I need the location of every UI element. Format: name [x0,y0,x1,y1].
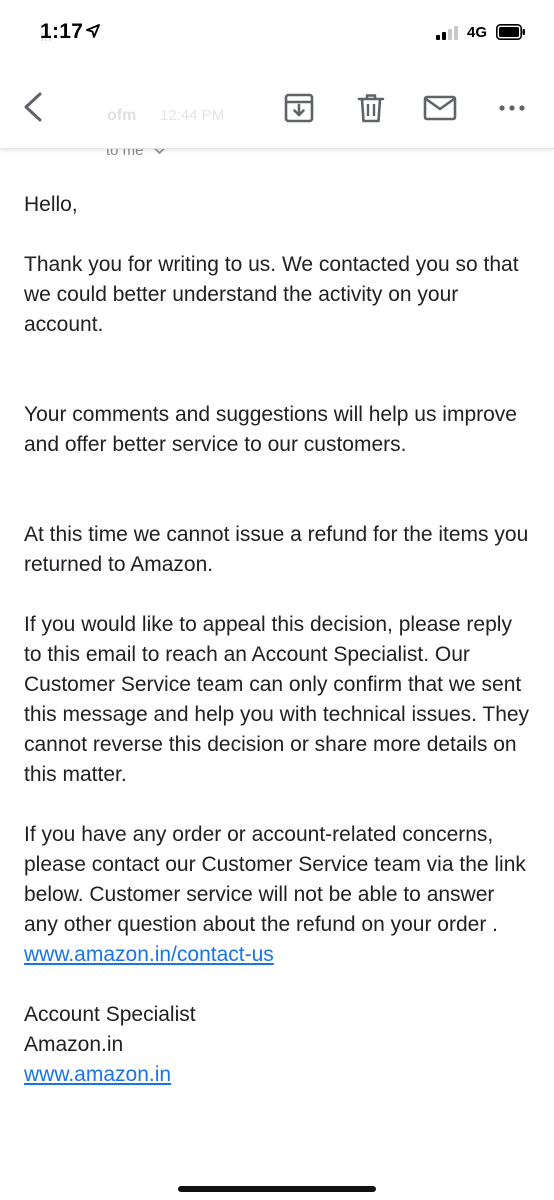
email-greeting: Hello, [24,193,78,216]
email-paragraph: Thank you for writing to us. We contacte… [24,253,519,336]
home-indicator[interactable] [178,1186,376,1192]
cellular-signal-icon [436,26,458,40]
sender-name: ofm [107,107,137,124]
amazon-home-link[interactable]: www.amazon.in [24,1063,171,1086]
email-body: Hello, Thank you for writing to us. We c… [24,190,534,1090]
more-options-button[interactable] [494,90,530,126]
back-button[interactable] [18,90,52,124]
email-paragraph: At this time we cannot issue a refund fo… [24,523,529,576]
email-paragraph: If you have any order or account-related… [24,823,526,936]
email-paragraph: Your comments and suggestions will help … [24,403,517,456]
location-arrow-icon [86,24,100,38]
received-time: 12:44 PM [160,107,225,124]
email-toolbar: ofm 12:44 PM [0,62,554,149]
mark-unread-button[interactable] [422,90,458,126]
signature-title: Account Specialist [24,1003,196,1026]
status-time: 1:17 [40,20,84,43]
delete-button[interactable] [353,90,389,126]
email-paragraph: If you would like to appeal this decisio… [24,613,530,786]
archive-button[interactable] [281,90,317,126]
signature-company: Amazon.in [24,1033,124,1056]
battery-icon [496,24,525,40]
contact-us-link[interactable]: www.amazon.in/contact-us [24,943,274,966]
status-bar: In 1:17 4G [0,0,554,62]
network-type: 4G [467,24,488,41]
